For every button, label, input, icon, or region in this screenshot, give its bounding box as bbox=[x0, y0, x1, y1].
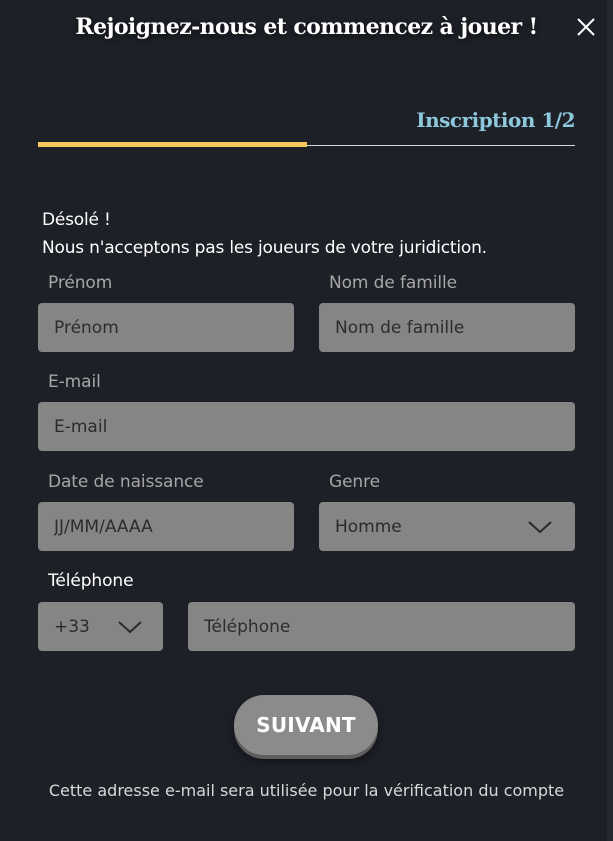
phone-prefix-value: +33 bbox=[54, 616, 90, 637]
first-name-label: Prénom bbox=[48, 273, 113, 293]
birthdate-label: Date de naissance bbox=[48, 472, 204, 492]
signup-modal: Rejoignez-nous et commencez à jouer ! In… bbox=[0, 0, 613, 841]
jurisdiction-notice: Désolé ! Nous n'acceptons pas les joueur… bbox=[42, 206, 487, 262]
phone-input[interactable] bbox=[204, 616, 559, 637]
birthdate-field[interactable] bbox=[38, 502, 294, 551]
phone-field[interactable] bbox=[188, 602, 575, 651]
progress-fill bbox=[38, 142, 307, 147]
gender-select[interactable]: Homme bbox=[319, 502, 575, 551]
gender-label: Genre bbox=[329, 472, 380, 492]
modal-title: Rejoignez-nous et commencez à jouer ! bbox=[75, 14, 538, 40]
chevron-down-icon bbox=[118, 621, 142, 634]
phone-prefix-select[interactable]: +33 bbox=[38, 602, 163, 651]
last-name-input[interactable] bbox=[335, 317, 559, 338]
email-verification-note: Cette adresse e-mail sera utilisée pour … bbox=[48, 781, 565, 800]
first-name-input[interactable] bbox=[54, 317, 278, 338]
email-label: E-mail bbox=[48, 372, 101, 392]
gender-value: Homme bbox=[335, 516, 402, 537]
scrollbar[interactable] bbox=[607, 0, 613, 841]
email-input[interactable] bbox=[54, 416, 559, 437]
email-field[interactable] bbox=[38, 402, 575, 451]
birthdate-input[interactable] bbox=[54, 516, 278, 537]
next-button[interactable]: SUIVANT bbox=[234, 695, 378, 755]
chevron-down-icon bbox=[528, 521, 552, 534]
last-name-field[interactable] bbox=[319, 303, 575, 352]
notice-message: Nous n'acceptons pas les joueurs de votr… bbox=[42, 238, 487, 258]
first-name-field[interactable] bbox=[38, 303, 294, 352]
close-icon[interactable] bbox=[573, 14, 599, 40]
step-indicator: Inscription 1/2 bbox=[416, 108, 575, 132]
notice-title: Désolé ! bbox=[42, 210, 111, 230]
phone-label: Téléphone bbox=[48, 571, 134, 591]
last-name-label: Nom de famille bbox=[329, 273, 457, 293]
